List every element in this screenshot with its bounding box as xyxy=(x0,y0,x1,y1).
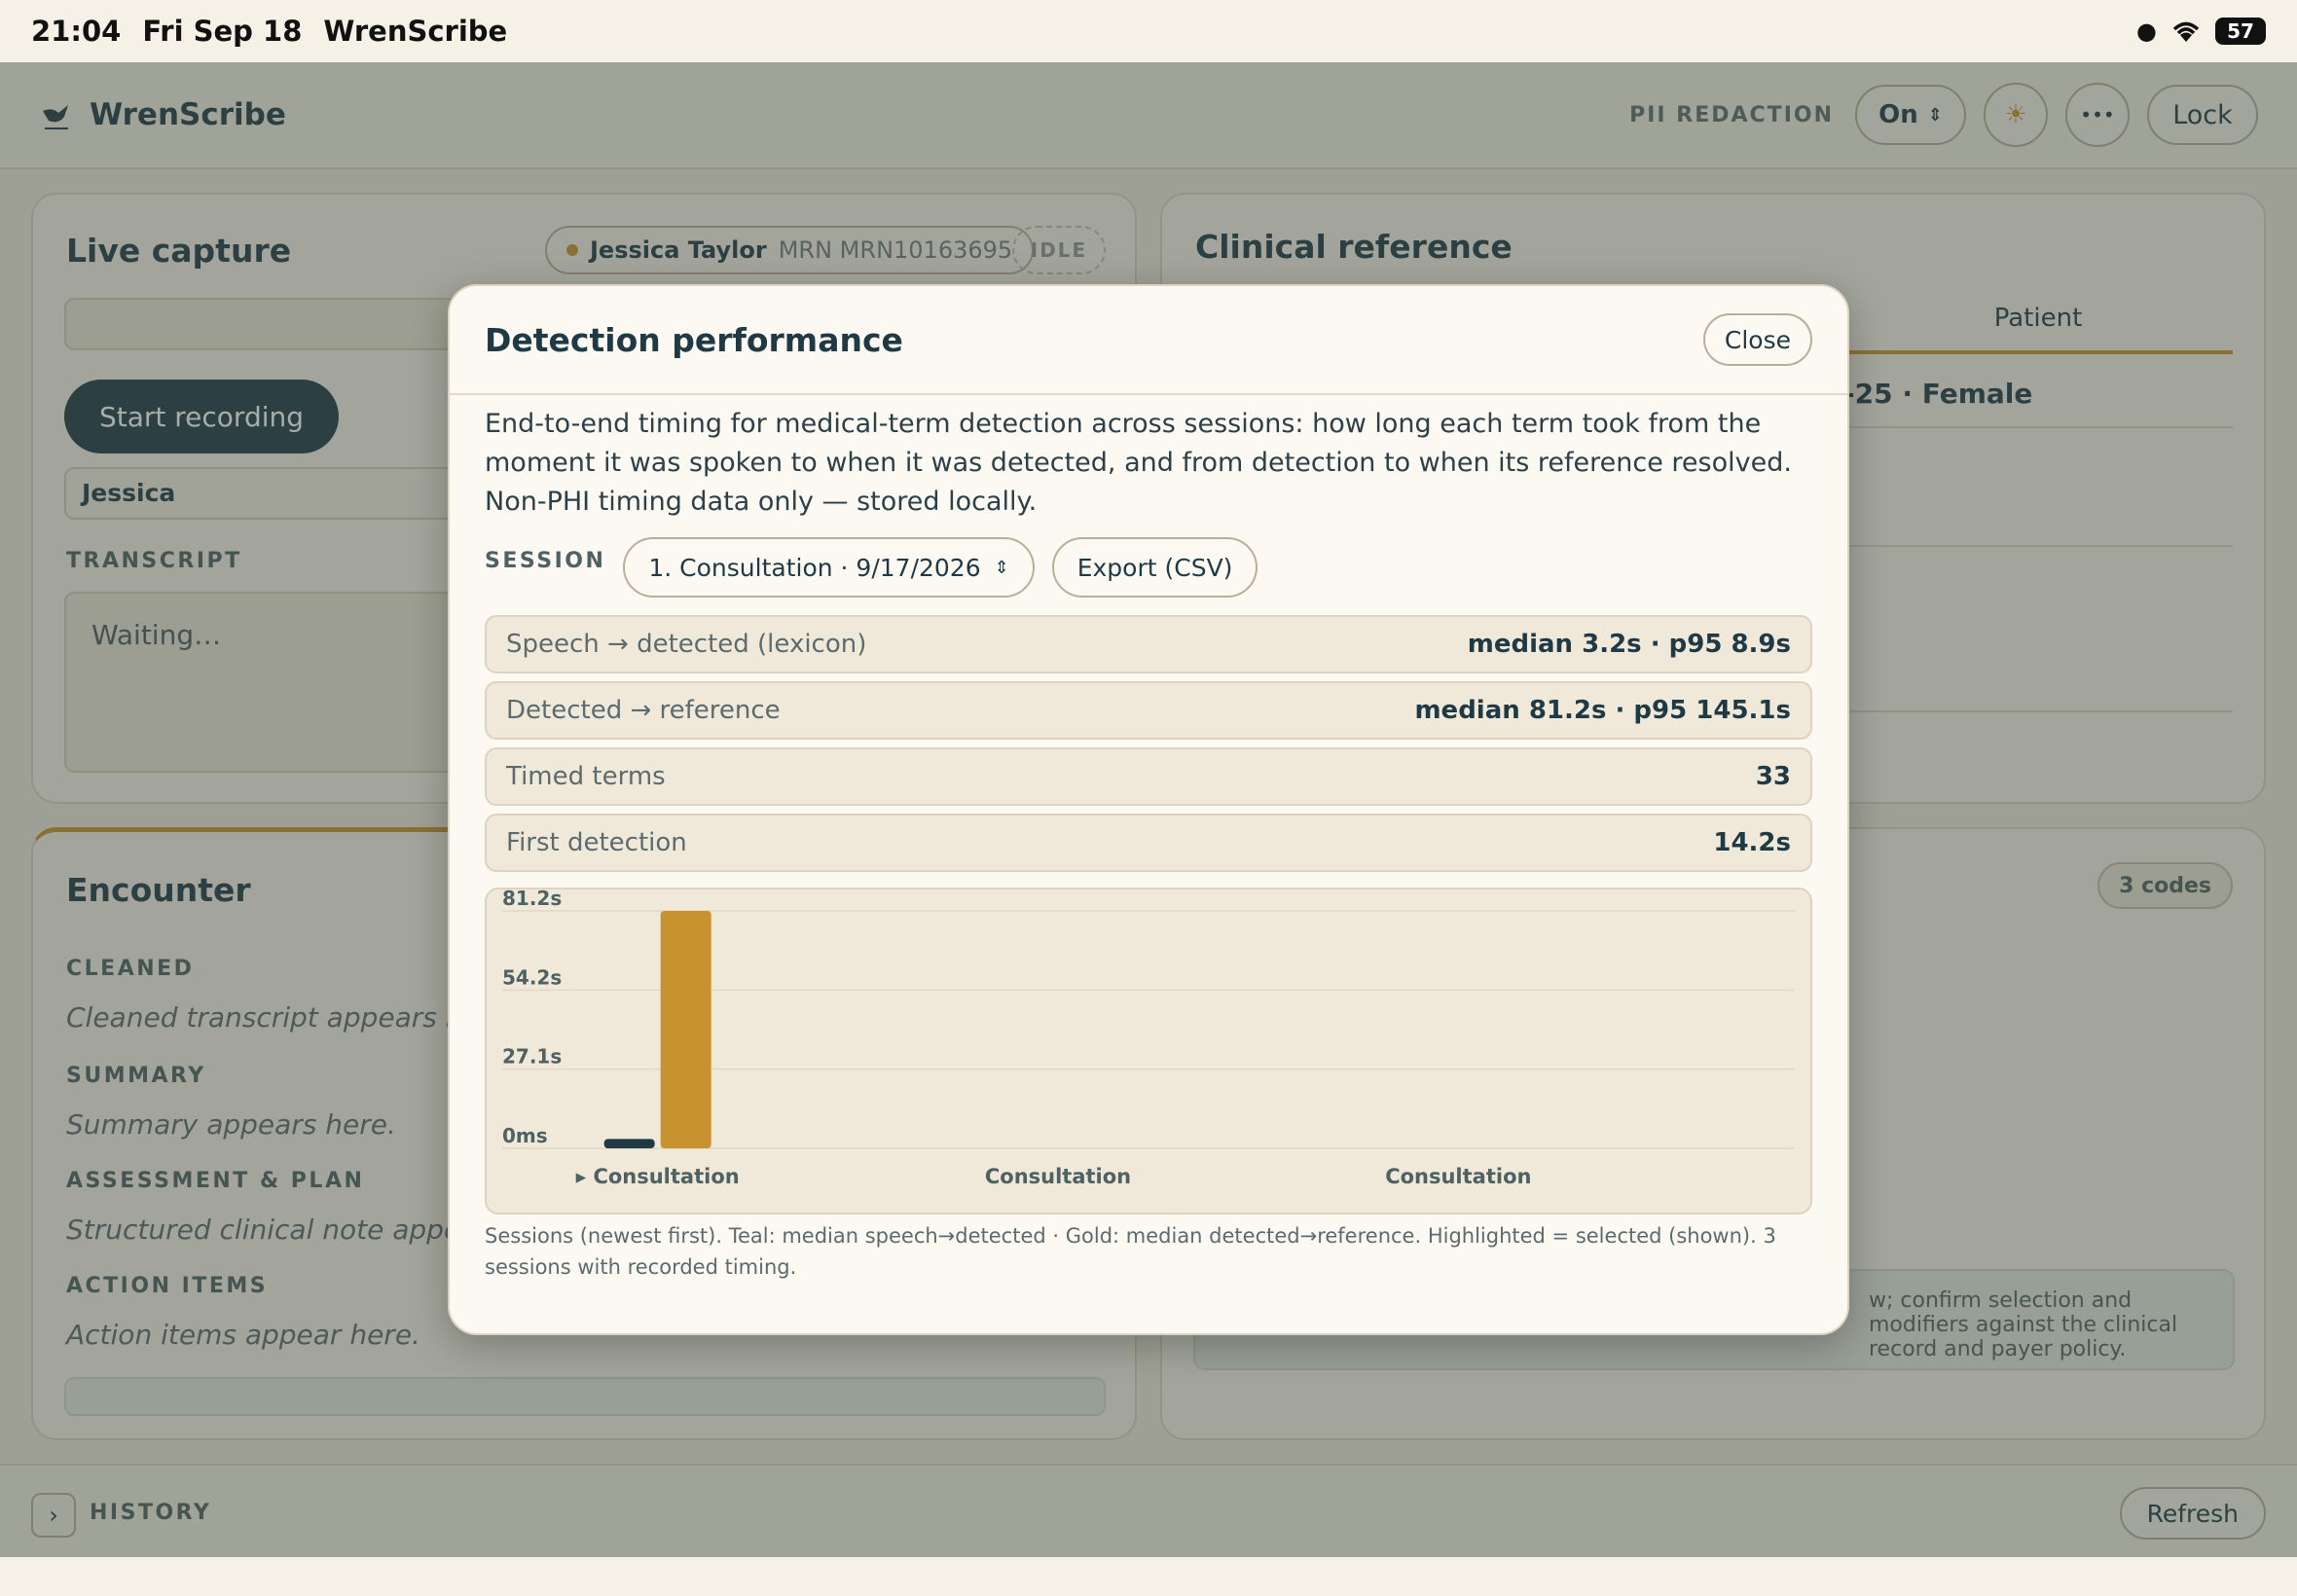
modal-header: Detection performance Close xyxy=(450,286,1847,395)
chart-bar xyxy=(603,1139,655,1148)
stat-row-detected-reference: Detected → reference median 81.2s · p95 … xyxy=(485,681,1812,740)
stat-value: 33 xyxy=(1755,762,1791,791)
y-tick-label: 0ms xyxy=(502,1124,548,1147)
stat-row-first-detection: First detection 14.2s xyxy=(485,814,1812,872)
session-row: SESSION 1. Consultation · 9/17/2026 ⇕ Ex… xyxy=(485,537,1258,598)
battery-icon: 57 xyxy=(2215,18,2266,45)
y-tick-label: 81.2s xyxy=(502,889,562,910)
status-app-name: WrenScribe xyxy=(323,15,508,48)
status-date: Fri Sep 18 xyxy=(142,15,303,48)
status-time: 21:04 xyxy=(31,15,122,48)
stat-label: First detection xyxy=(506,828,687,857)
modal-title: Detection performance xyxy=(485,320,903,359)
status-bar: 21:04 Fri Sep 18 WrenScribe ● 57 xyxy=(0,0,2297,62)
chevron-updown-icon: ⇕ xyxy=(994,557,1009,578)
x-tick-label: Consultation xyxy=(1385,1165,1531,1188)
stat-value: median 81.2s · p95 145.1s xyxy=(1414,696,1791,725)
y-tick-label: 54.2s xyxy=(502,965,562,989)
session-select-value: 1. Consultation · 9/17/2026 xyxy=(648,553,981,582)
stat-label: Speech → detected (lexicon) xyxy=(506,630,867,659)
x-tick-label: ▸ Consultation xyxy=(576,1165,740,1188)
x-tick-label: Consultation xyxy=(985,1165,1131,1188)
stat-row-timed-terms: Timed terms 33 xyxy=(485,747,1812,806)
y-tick-label: 27.1s xyxy=(502,1045,562,1069)
timing-chart-svg: 0ms 27.1s 54.2s 81.2s ▸ Consultation Consulta… xyxy=(502,889,1795,1188)
stat-row-speech-detected: Speech → detected (lexicon) median 3.2s … xyxy=(485,615,1812,673)
session-select[interactable]: 1. Consultation · 9/17/2026 ⇕ xyxy=(623,537,1035,598)
export-csv-button[interactable]: Export (CSV) xyxy=(1051,537,1258,598)
stat-label: Timed terms xyxy=(506,762,666,791)
session-label: SESSION xyxy=(485,549,606,573)
stat-value: 14.2s xyxy=(1713,828,1791,857)
modal-description: End-to-end timing for medical-term detec… xyxy=(485,409,1792,517)
stat-label: Detected → reference xyxy=(506,696,781,725)
detection-performance-modal: Detection performance Close End-to-end t… xyxy=(448,284,1849,1335)
chart-bar xyxy=(660,911,711,1148)
stat-value: median 3.2s · p95 8.9s xyxy=(1467,630,1791,659)
close-button[interactable]: Close xyxy=(1702,313,1812,366)
wifi-icon xyxy=(2172,21,2200,42)
timing-chart: 0ms 27.1s 54.2s 81.2s ▸ Consultation Consulta… xyxy=(485,888,1812,1215)
bottom-strip xyxy=(0,1557,2297,1596)
chart-caption: Sessions (newest first). Teal: median sp… xyxy=(485,1224,1776,1279)
person-icon: ● xyxy=(2136,18,2157,45)
